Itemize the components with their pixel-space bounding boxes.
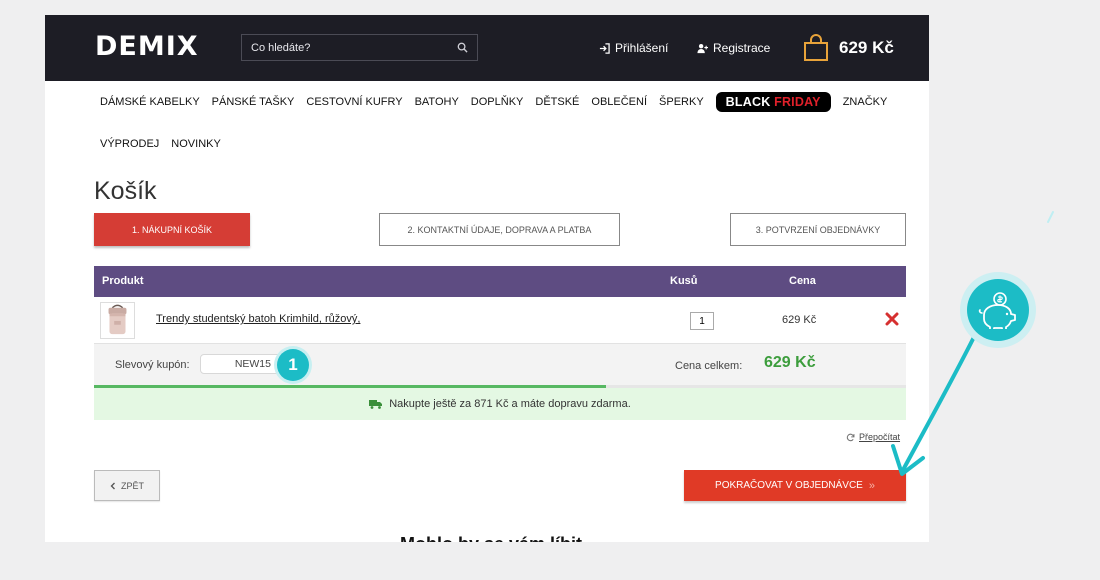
coupon-label: Slevový kupón: xyxy=(115,359,190,371)
remove-item-icon[interactable] xyxy=(885,312,899,326)
shopping-bag-icon xyxy=(804,34,828,61)
nav-item-znacky[interactable]: ZNAČKY xyxy=(843,96,888,108)
nav-item-damske-kabelky[interactable]: DÁMSKÉ KABELKY xyxy=(100,96,200,108)
cart-total-amount: 629 Kč xyxy=(839,38,894,57)
login-icon xyxy=(599,42,610,54)
black-friday-friday: FRIDAY xyxy=(774,95,821,109)
page-title: Košík xyxy=(94,177,157,205)
nav-item-obleceni[interactable]: OBLEČENÍ xyxy=(591,96,647,108)
refresh-icon xyxy=(846,433,855,441)
login-link[interactable]: Přihlášení xyxy=(599,41,668,55)
search-input[interactable] xyxy=(242,35,452,60)
piggy-bank-badge xyxy=(960,272,1036,348)
back-label: ZPĚT xyxy=(120,480,144,491)
total-price: 629 Kč xyxy=(764,354,816,371)
step-contact-shipping-payment[interactable]: 2. KONTAKTNÍ ÚDAJE, DOPRAVA A PLATBA xyxy=(379,213,620,246)
nav-item-black-friday[interactable]: BLACK FRIDAY xyxy=(715,92,831,112)
product-thumbnail[interactable] xyxy=(100,302,135,339)
header-price: Cena xyxy=(789,275,816,287)
search-icon[interactable] xyxy=(457,42,468,53)
register-link[interactable]: Registrace xyxy=(697,41,770,55)
nav-item-doplnky[interactable]: DOPLŇKY xyxy=(471,96,524,108)
continue-label: POKRAČOVAT V OBJEDNÁVCE xyxy=(715,480,863,491)
chevron-left-icon xyxy=(110,482,115,489)
backpack-image xyxy=(108,304,127,335)
header-cart[interactable]: 629 Kč xyxy=(803,34,894,62)
site-header: DEMIX Přihlášení Registrace 629 Kč xyxy=(45,15,929,81)
continue-order-button[interactable]: POKRAČOVAT V OBJEDNÁVCE » xyxy=(684,470,906,501)
step-number-badge: 1 xyxy=(277,349,309,381)
logo[interactable]: DEMIX xyxy=(95,31,199,62)
nav-item-detske[interactable]: DĚTSKÉ xyxy=(535,96,579,108)
free-shipping-text: Nakupte ještě za 871 Kč a máte dopravu z… xyxy=(389,398,631,410)
black-friday-black: BLACK xyxy=(725,95,771,109)
step-cart[interactable]: 1. NÁKUPNÍ KOŠÍK xyxy=(94,213,250,246)
nav-item-novinky[interactable]: NOVINKY xyxy=(171,138,221,150)
login-label: Přihlášení xyxy=(615,41,669,55)
coupon-row: Slevový kupón: 1 Cena celkem: 629 Kč xyxy=(94,344,906,386)
nav-item-cestovni-kufry[interactable]: CESTOVNÍ KUFRY xyxy=(306,96,402,108)
recalculate-label: Přepočítat xyxy=(859,432,901,442)
recalculate-link[interactable]: Přepočítat xyxy=(846,432,900,442)
double-chevron-right-icon: » xyxy=(868,479,875,492)
cart-table-header: Produkt Kusů Cena xyxy=(94,266,906,297)
nav-item-vyprodej[interactable]: VÝPRODEJ xyxy=(100,138,159,150)
quantity-input[interactable] xyxy=(690,312,714,330)
user-plus-icon xyxy=(697,43,708,53)
piggy-bank-icon xyxy=(978,292,1016,329)
step-confirmation[interactable]: 3. POTVRZENÍ OBJEDNÁVKY xyxy=(730,213,906,246)
shop-page: DEMIX Přihlášení Registrace 629 Kč DÁMSK… xyxy=(45,15,929,542)
search-box xyxy=(241,34,478,61)
recommended-heading: Mohlo by se vám líbit xyxy=(400,534,582,542)
total-label: Cena celkem: xyxy=(675,360,743,372)
back-button[interactable]: ZPĚT xyxy=(94,470,160,501)
piggy-bank-circle xyxy=(967,279,1029,341)
nav-item-batohy[interactable]: BATOHY xyxy=(415,96,459,108)
table-row: Trendy studentský batoh Krimhild, růžový… xyxy=(94,297,906,344)
nav-item-panske-tasky[interactable]: PÁNSKÉ TAŠKY xyxy=(212,96,295,108)
main-navigation: DÁMSKÉ KABELKY PÁNSKÉ TAŠKY CESTOVNÍ KUF… xyxy=(100,92,900,154)
nav-item-sperky[interactable]: ŠPERKY xyxy=(659,96,704,108)
product-link[interactable]: Trendy studentský batoh Krimhild, růžový… xyxy=(156,313,360,325)
header-product: Produkt xyxy=(102,275,144,287)
free-shipping-notice: Nakupte ještě za 871 Kč a máte dopravu z… xyxy=(94,388,906,420)
register-label: Registrace xyxy=(713,41,771,55)
truck-icon xyxy=(369,400,383,409)
header-quantity: Kusů xyxy=(670,275,698,287)
item-price: 629 Kč xyxy=(782,314,817,326)
